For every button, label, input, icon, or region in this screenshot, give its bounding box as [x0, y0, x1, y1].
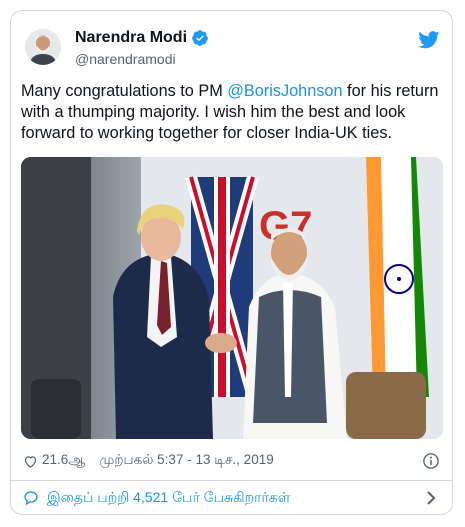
tweet-photo[interactable]: G7 [21, 157, 443, 439]
author-name[interactable]: Narendra Modi [75, 29, 187, 47]
timestamp[interactable]: முற்பகல் 5:37 - 13 டிச., 2019 [99, 452, 273, 470]
conversation-count[interactable]: இதைப் பற்றி 4,521 பேர் பேசுகிறார்கள் [47, 489, 290, 508]
like-count[interactable]: 21.6ஆ [42, 452, 85, 470]
heart-icon[interactable] [23, 454, 38, 469]
author-handle[interactable]: @narendramodi [75, 51, 209, 67]
verified-badge-icon [192, 30, 208, 46]
mention-link[interactable]: @BorisJohnson [227, 82, 342, 100]
author-names: Narendra Modi @narendramodi [75, 27, 209, 67]
conversation-link[interactable]: இதைப் பற்றி 4,521 பேர் பேசுகிறார்கள் [23, 487, 440, 509]
twitter-bird-icon[interactable] [418, 31, 440, 49]
tweet-header: Narendra Modi @narendramodi [23, 27, 440, 71]
speech-bubble-icon [24, 491, 38, 506]
tweet-meta: 21.6ஆ முற்பகல் 5:37 - 13 டிச., 2019 [23, 451, 440, 471]
tweet-text-before: Many congratulations to PM [21, 82, 228, 100]
divider [11, 480, 452, 481]
tweet-text: Many congratulations to PM @BorisJohnson… [21, 81, 441, 144]
tweet-card[interactable]: Narendra Modi @narendramodi Many congrat… [10, 10, 453, 515]
chevron-right-icon[interactable] [424, 490, 438, 506]
author-avatar[interactable] [25, 29, 61, 65]
info-icon[interactable] [422, 452, 440, 470]
